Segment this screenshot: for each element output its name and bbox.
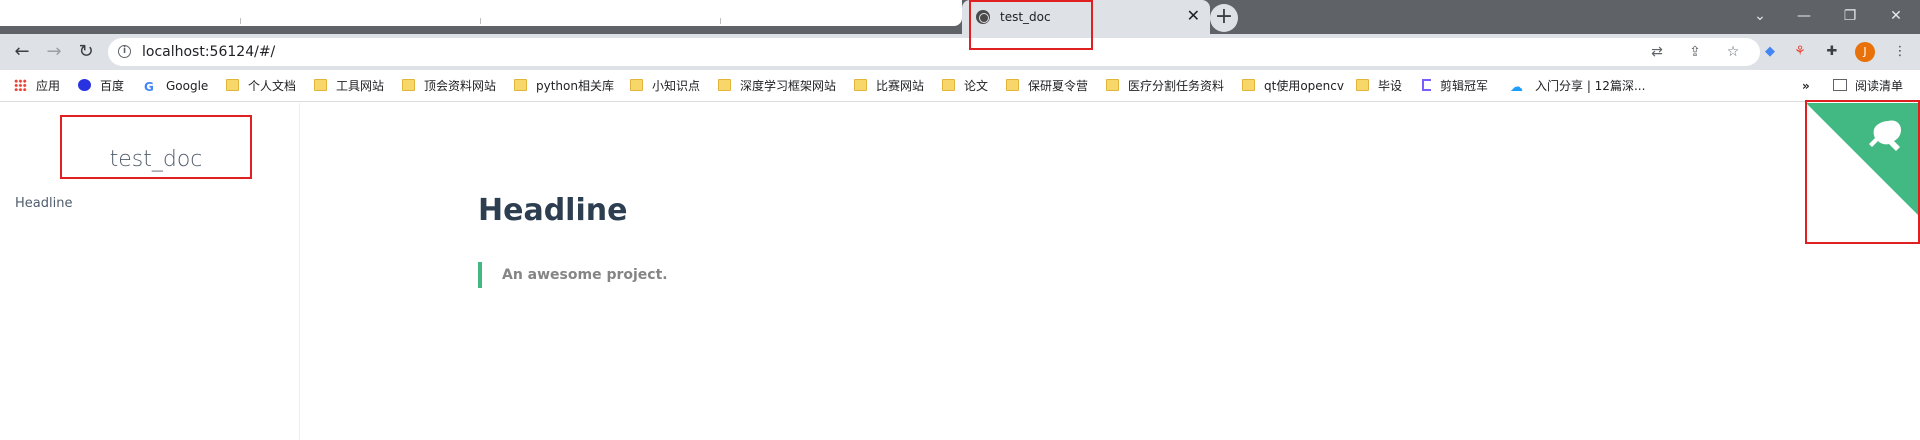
reading-list-icon bbox=[1833, 79, 1847, 91]
minimize-button[interactable]: — bbox=[1784, 4, 1824, 28]
bookmark-baidu[interactable]: 百度 bbox=[78, 77, 124, 95]
sidebar: test_doc Headline bbox=[0, 103, 300, 440]
bookmark-folder[interactable]: 个人文档 bbox=[226, 77, 296, 95]
bookmark-folder[interactable]: 比赛网站 bbox=[854, 77, 924, 95]
bookmark-folder[interactable]: 工具网站 bbox=[314, 77, 384, 95]
bookmark-folder[interactable]: 论文 bbox=[942, 77, 988, 95]
bookmark-star-icon[interactable]: ☆ bbox=[1724, 43, 1742, 61]
app-name[interactable]: test_doc bbox=[60, 115, 252, 179]
window-close-button[interactable]: ✕ bbox=[1876, 4, 1916, 28]
tagline-quote: An awesome project. bbox=[478, 262, 668, 288]
bookmark-folder[interactable]: 顶会资料网站 bbox=[402, 77, 496, 95]
menu-kebab-icon[interactable]: ⋮ bbox=[1890, 42, 1910, 62]
translate-icon[interactable]: ⇄ bbox=[1648, 43, 1666, 61]
cloud-icon: ☁ bbox=[1510, 80, 1523, 95]
folder-icon bbox=[630, 79, 643, 91]
back-button[interactable]: ← bbox=[8, 38, 36, 66]
reload-button[interactable]: ↻ bbox=[72, 38, 100, 66]
reading-list-button[interactable]: 阅读清单 bbox=[1833, 77, 1903, 95]
bookmark-folder[interactable]: 小知识点 bbox=[630, 77, 700, 95]
folder-icon bbox=[1006, 79, 1019, 91]
bookmark-google[interactable]: G Google bbox=[144, 77, 208, 95]
sidebar-item-headline[interactable]: Headline bbox=[15, 196, 72, 211]
folder-icon bbox=[942, 79, 955, 91]
share-icon[interactable]: ⇪ bbox=[1686, 43, 1704, 61]
browser-tab-strip: test_doc ✕ + ⌄ — ❐ ✕ bbox=[0, 0, 1920, 34]
tab-search-icon[interactable]: ⌄ bbox=[1740, 4, 1780, 28]
folder-icon bbox=[1242, 79, 1255, 91]
bookmark-jianji[interactable]: 剪辑冠军 bbox=[1422, 77, 1488, 95]
restore-button[interactable]: ❐ bbox=[1830, 4, 1870, 28]
bookmark-folder[interactable]: 毕设 bbox=[1356, 77, 1402, 95]
folder-icon bbox=[854, 79, 867, 91]
google-g-icon: G bbox=[144, 80, 154, 94]
tab-strip-background bbox=[0, 0, 962, 26]
url-text[interactable]: localhost:56124/#/ bbox=[142, 44, 275, 60]
bookmark-folder[interactable]: 深度学习框架网站 bbox=[718, 77, 836, 95]
bracket-icon bbox=[1422, 79, 1431, 91]
extension-app-icon[interactable]: ⚘ bbox=[1790, 42, 1810, 62]
folder-icon bbox=[402, 79, 415, 91]
bookmark-folder[interactable]: qt使用opencv bbox=[1242, 77, 1344, 95]
folder-icon bbox=[1356, 79, 1369, 91]
docs-page: test_doc Headline Headline An awesome pr… bbox=[0, 103, 1920, 440]
folder-icon bbox=[1106, 79, 1119, 91]
page-title: Headline bbox=[478, 193, 628, 228]
annotation-box-corner bbox=[1805, 100, 1920, 244]
close-tab-icon[interactable]: ✕ bbox=[1187, 7, 1200, 25]
bookmark-folder[interactable]: 保研夏令营 bbox=[1006, 77, 1088, 95]
extension-shield-icon[interactable]: ◆ bbox=[1760, 42, 1780, 62]
bookmark-share[interactable]: ☁ 入门分享 | 12篇深... bbox=[1510, 77, 1645, 95]
extensions-puzzle-icon[interactable]: ✚ bbox=[1822, 42, 1842, 62]
bookmark-folder[interactable]: 医疗分割任务资料 bbox=[1106, 77, 1224, 95]
forward-button[interactable]: → bbox=[40, 38, 68, 66]
bookmarks-bar: 应用 百度 G Google 个人文档 工具网站 顶会资料网站 python相关库… bbox=[0, 70, 1920, 102]
bookmark-folder[interactable]: python相关库 bbox=[514, 77, 614, 95]
new-tab-button[interactable]: + bbox=[1210, 4, 1238, 32]
folder-icon bbox=[226, 79, 239, 91]
profile-avatar[interactable]: J bbox=[1855, 42, 1875, 62]
folder-icon bbox=[514, 79, 527, 91]
folder-icon bbox=[314, 79, 327, 91]
browser-toolbar: ← → ↻ i localhost:56124/#/ ⇄ ⇪ ☆ ◆ ⚘ ✚ J… bbox=[0, 34, 1920, 70]
baidu-paw-icon bbox=[78, 79, 91, 91]
address-bar[interactable]: i localhost:56124/#/ ⇄ ⇪ ☆ bbox=[108, 38, 1760, 66]
annotation-box-tab bbox=[969, 0, 1093, 50]
site-info-icon[interactable]: i bbox=[118, 45, 131, 58]
bookmarks-overflow-button[interactable]: » bbox=[1802, 77, 1810, 95]
app-name-text[interactable]: test_doc bbox=[62, 147, 250, 172]
apps-grid-icon bbox=[14, 79, 27, 91]
main-content: Headline An awesome project. bbox=[300, 103, 1920, 440]
bookmark-apps[interactable]: 应用 bbox=[14, 77, 60, 95]
folder-icon bbox=[718, 79, 731, 91]
